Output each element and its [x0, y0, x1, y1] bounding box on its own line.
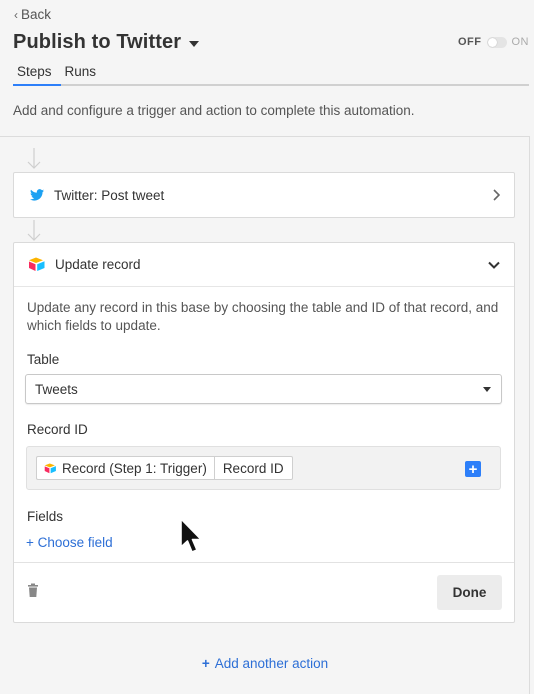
twitter-icon	[30, 189, 44, 201]
action-step-header[interactable]: Update record	[14, 243, 514, 287]
trigger-step-header[interactable]: Twitter: Post tweet	[14, 173, 514, 217]
action-description: Update any record in this base by choosi…	[27, 300, 499, 333]
fields-group: Fields + Choose field	[14, 509, 514, 552]
back-label: Back	[21, 7, 52, 22]
record-id-field-group: Record ID Record (Step 1: Trigger) Recor…	[14, 422, 514, 490]
tab-steps[interactable]: Steps	[13, 62, 61, 86]
toggle-off-label: OFF	[458, 36, 482, 48]
arrow-down-icon	[27, 220, 41, 241]
caret-down-icon	[483, 386, 491, 392]
record-id-input[interactable]: Record (Step 1: Trigger) Record ID +	[26, 446, 501, 490]
table-select[interactable]: Tweets	[25, 374, 502, 404]
chevron-left-icon: ‹	[14, 7, 18, 22]
add-another-action-button[interactable]: + Add another action	[0, 656, 530, 671]
insert-token-button[interactable]: +	[465, 461, 481, 477]
title-dropdown-icon[interactable]	[189, 41, 200, 47]
action-step-card: Update record Update any record in this …	[13, 242, 515, 623]
chevron-right-icon	[493, 189, 500, 201]
record-token[interactable]: Record (Step 1: Trigger)	[36, 456, 214, 480]
mouse-cursor-icon	[180, 518, 202, 553]
table-label: Table	[27, 352, 60, 367]
chevron-down-icon[interactable]	[488, 261, 500, 269]
table-field-group: Table Tweets	[14, 352, 514, 404]
title-row: Publish to Twitter	[13, 31, 200, 54]
automation-toggle[interactable]: OFF ON	[458, 36, 529, 48]
choose-field-link[interactable]: + Choose field	[26, 535, 113, 550]
done-button[interactable]: Done	[437, 575, 502, 610]
intro-text: Add and configure a trigger and action t…	[13, 103, 415, 118]
fields-label: Fields	[27, 509, 64, 524]
airtable-logo-icon	[44, 462, 56, 473]
choose-field-wrap: + Choose field	[14, 534, 514, 552]
record-id-token[interactable]: Record ID	[213, 456, 293, 480]
toggle-knob	[487, 37, 497, 47]
action-footer: Done	[14, 562, 514, 622]
plus-icon: +	[201, 656, 210, 671]
action-step-label: Update record	[55, 257, 141, 272]
record-id-label: Record ID	[27, 422, 88, 437]
record-token-label: Record (Step 1: Trigger)	[62, 460, 207, 476]
tab-runs[interactable]: Runs	[61, 62, 102, 86]
back-link[interactable]: ‹ Back	[14, 7, 51, 22]
arrow-down-icon	[27, 148, 41, 169]
toggle-switch[interactable]	[486, 36, 507, 48]
page-title: Publish to Twitter	[13, 31, 182, 53]
trash-icon[interactable]	[27, 583, 41, 599]
trigger-step-card[interactable]: Twitter: Post tweet	[13, 172, 515, 218]
record-id-token-label: Record ID	[222, 460, 284, 476]
action-description-wrap: Update any record in this base by choosi…	[14, 299, 514, 335]
add-another-action-label: Add another action	[214, 656, 329, 671]
trigger-step-label: Twitter: Post tweet	[54, 187, 165, 203]
tab-bar: Steps Runs	[13, 62, 529, 86]
airtable-logo-icon	[29, 257, 45, 271]
table-select-value: Tweets	[35, 381, 78, 397]
toggle-on-label: ON	[511, 36, 529, 48]
